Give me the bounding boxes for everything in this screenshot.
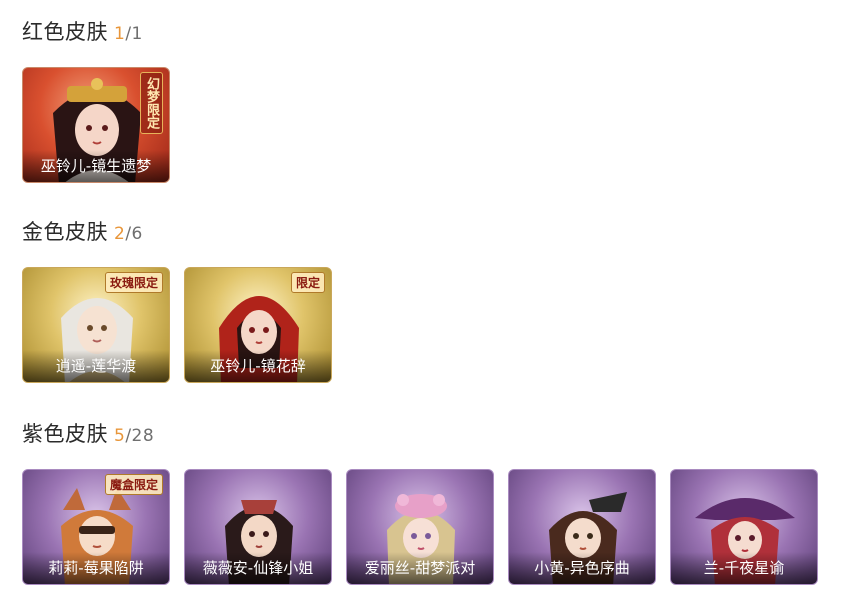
owned-count: 5: [114, 426, 126, 446]
section-title-gold: 金色皮肤 2/6: [22, 217, 332, 247]
skin-name: 巫铃儿-镜生遗梦: [23, 150, 169, 182]
skin-row: 魔盒限定 莉莉-莓果陷阱 薇薇安-仙锋小姐 爱丽丝-甜梦派对 小黄-异色序曲 兰…: [22, 469, 818, 585]
section-purple-skins: 紫色皮肤 5/28 魔盒限定 莉莉-莓果陷阱 薇薇安-仙锋小姐 爱丽丝-甜梦派对…: [22, 419, 818, 585]
owned-count: 2: [114, 224, 126, 244]
skin-card[interactable]: 限定 巫铃儿-镜花辞: [184, 267, 332, 383]
skin-name: 薇薇安-仙锋小姐: [185, 552, 331, 584]
skin-card[interactable]: 魔盒限定 莉莉-莓果陷阱: [22, 469, 170, 585]
skin-name: 逍遥-莲华渡: [23, 350, 169, 382]
section-title-text: 红色皮肤: [22, 20, 108, 44]
skin-name: 小黄-异色序曲: [509, 552, 655, 584]
limited-badge: 幻梦限定: [140, 72, 163, 134]
skin-card[interactable]: 爱丽丝-甜梦派对: [346, 469, 494, 585]
skin-name: 巫铃儿-镜花辞: [185, 350, 331, 382]
section-red-skins: 红色皮肤 1/1 幻梦限定 巫铃儿-镜生遗梦: [22, 17, 170, 183]
limited-badge: 限定: [290, 272, 325, 293]
skin-card[interactable]: 幻梦限定 巫铃儿-镜生遗梦: [22, 67, 170, 183]
limited-badge: 魔盒限定: [104, 474, 163, 495]
limited-badge: 玫瑰限定: [104, 272, 163, 293]
skin-count: 2/6: [114, 224, 143, 244]
owned-count: 1: [114, 24, 126, 44]
skin-name: 爱丽丝-甜梦派对: [347, 552, 493, 584]
skin-row: 幻梦限定 巫铃儿-镜生遗梦: [22, 67, 170, 183]
skin-card[interactable]: 薇薇安-仙锋小姐: [184, 469, 332, 585]
section-title-purple: 紫色皮肤 5/28: [22, 419, 818, 449]
section-title-red: 红色皮肤 1/1: [22, 17, 170, 47]
total-count: /1: [125, 24, 143, 44]
total-count: /28: [125, 426, 155, 446]
section-title-text: 金色皮肤: [22, 220, 108, 244]
skin-card[interactable]: 兰-千夜星谕: [670, 469, 818, 585]
skin-card[interactable]: 玫瑰限定 逍遥-莲华渡: [22, 267, 170, 383]
skin-count: 5/28: [114, 426, 154, 446]
skin-card[interactable]: 小黄-异色序曲: [508, 469, 656, 585]
section-gold-skins: 金色皮肤 2/6 玫瑰限定 逍遥-莲华渡 限定 巫铃儿-镜花辞: [22, 217, 332, 383]
skin-count: 1/1: [114, 24, 143, 44]
total-count: /6: [125, 224, 143, 244]
section-title-text: 紫色皮肤: [22, 422, 108, 446]
skin-name: 莉莉-莓果陷阱: [23, 552, 169, 584]
skin-row: 玫瑰限定 逍遥-莲华渡 限定 巫铃儿-镜花辞: [22, 267, 332, 383]
skin-name: 兰-千夜星谕: [671, 552, 817, 584]
